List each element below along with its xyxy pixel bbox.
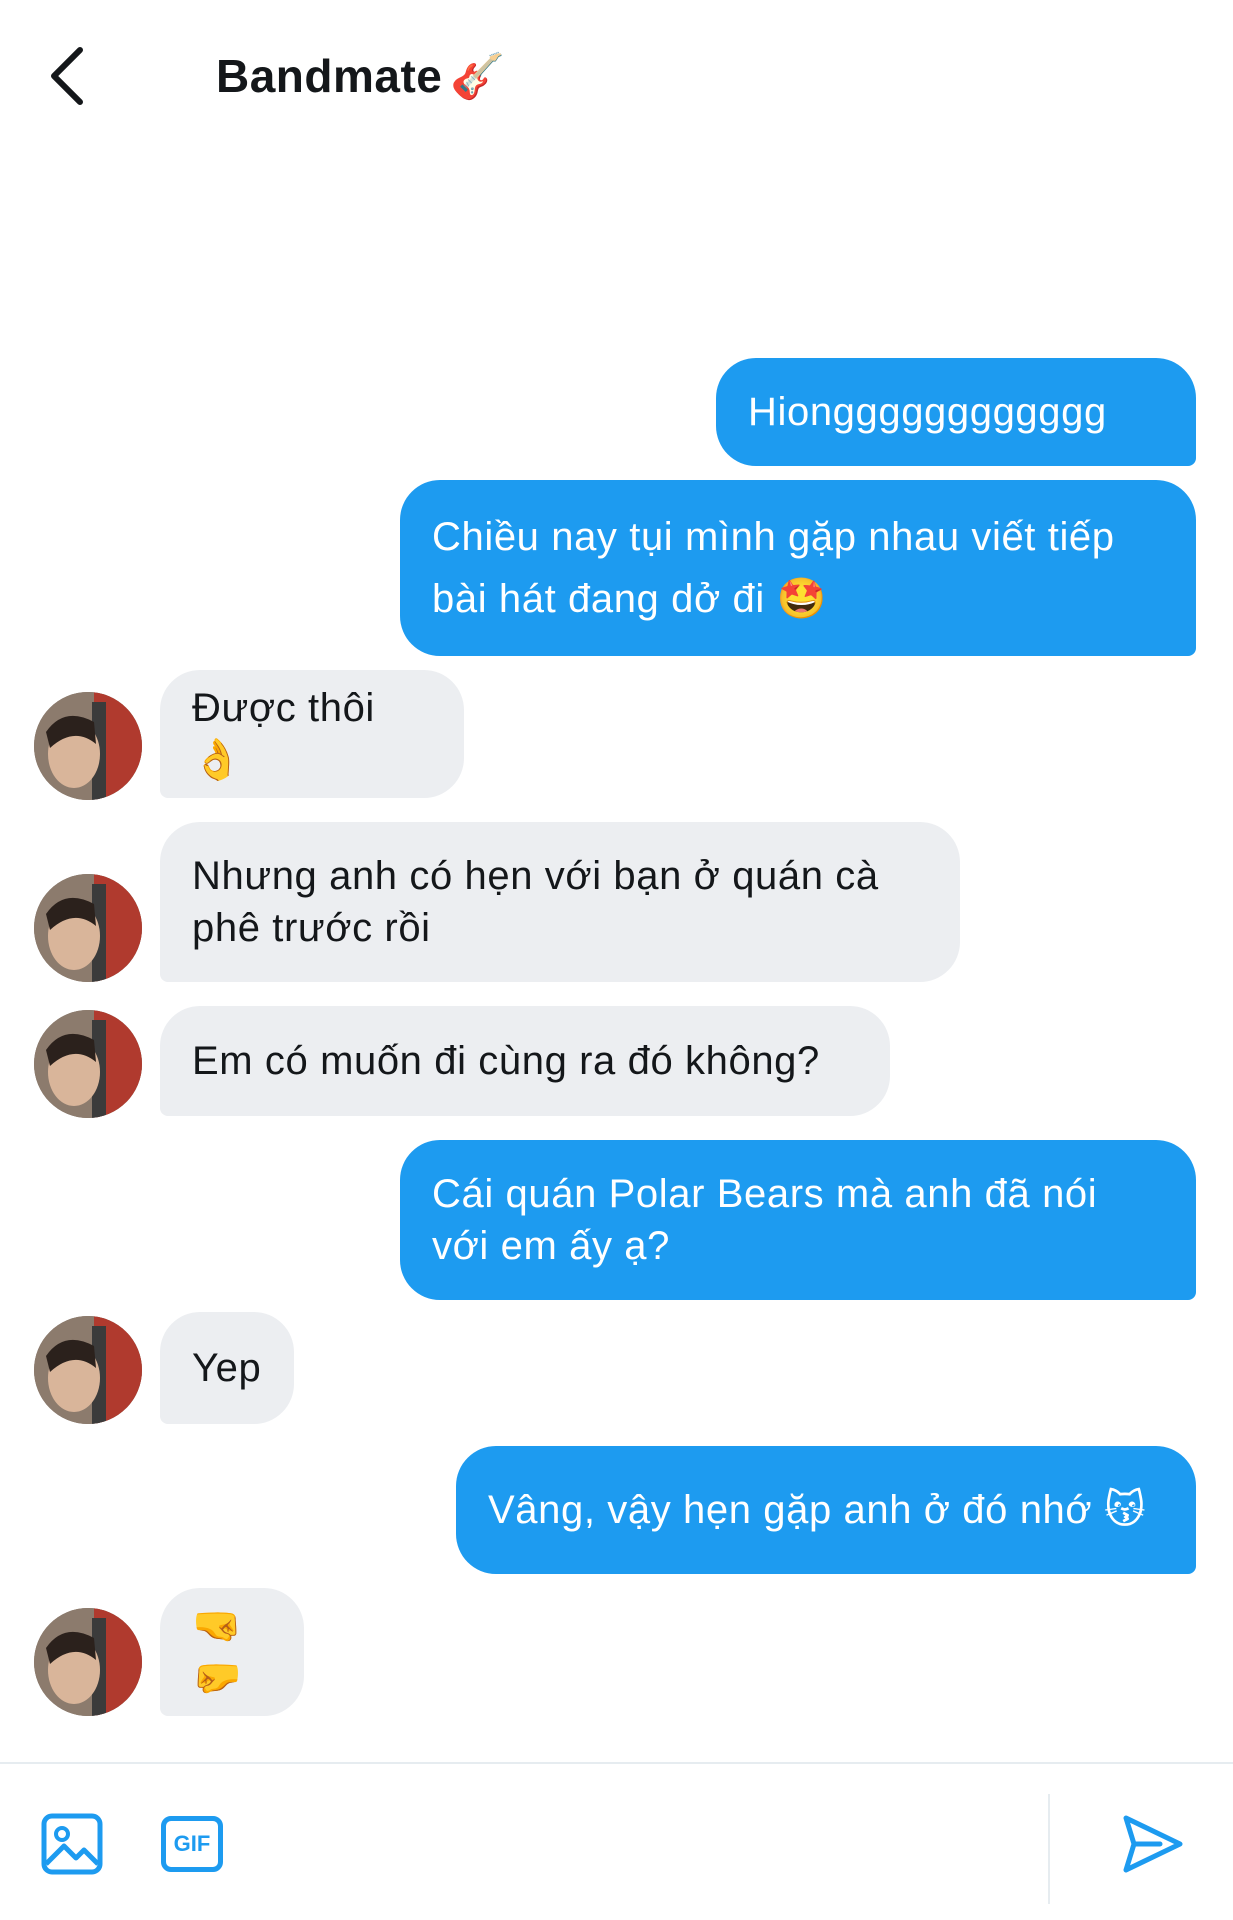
chevron-left-icon: [51, 47, 83, 105]
avatar[interactable]: [34, 874, 142, 982]
composer-separator: [1048, 1794, 1050, 1904]
back-button[interactable]: [36, 36, 96, 116]
message-bubble-received[interactable]: Nhưng anh có hẹn với bạn ở quán cà phê t…: [160, 822, 960, 982]
avatar[interactable]: [34, 1010, 142, 1118]
avatar-photo: [34, 874, 142, 982]
conversation-header: Bandmate 🎸: [0, 0, 1233, 150]
message-bubble-sent[interactable]: Vâng, vậy hẹn gặp anh ở đó nhớ 😽: [456, 1446, 1196, 1574]
avatar-photo: [34, 1316, 142, 1424]
message-text: Được thôi 👌: [192, 686, 387, 782]
message-text: Yep: [192, 1346, 262, 1390]
send-button[interactable]: [1112, 1804, 1192, 1884]
conversation-title[interactable]: Bandmate 🎸: [216, 46, 506, 106]
gif-icon: GIF: [161, 1816, 223, 1872]
message-bubble-sent[interactable]: Hiongggggggggggg: [716, 358, 1196, 466]
message-text: 🤜🤛: [192, 1604, 243, 1700]
avatar-photo: [34, 692, 142, 800]
guitar-icon: 🎸: [450, 52, 506, 101]
message-bubble-sent[interactable]: Chiều nay tụi mình gặp nhau viết tiếp bà…: [400, 480, 1196, 656]
message-text: Hiongggggggggggg: [748, 390, 1107, 434]
conversation-name: Bandmate: [216, 50, 443, 102]
send-icon: [1123, 1815, 1183, 1873]
message-bubble-sent[interactable]: Cái quán Polar Bears mà anh đã nói với e…: [400, 1140, 1196, 1300]
message-text: Nhưng anh có hẹn với bạn ở quán cà phê t…: [192, 854, 879, 950]
message-text: Cái quán Polar Bears mà anh đã nói với e…: [432, 1172, 1098, 1268]
message-bubble-received[interactable]: 🤜🤛: [160, 1588, 304, 1716]
avatar[interactable]: [34, 1608, 142, 1716]
media-button[interactable]: [36, 1808, 108, 1880]
avatar[interactable]: [34, 692, 142, 800]
message-bubble-received[interactable]: Được thôi 👌: [160, 670, 464, 798]
image-icon: [41, 1813, 103, 1875]
message-text: Chiều nay tụi mình gặp nhau viết tiếp bà…: [432, 515, 1115, 621]
avatar[interactable]: [34, 1316, 142, 1424]
avatar-photo: [34, 1010, 142, 1118]
gif-label: GIF: [173, 1831, 211, 1856]
message-text: Vâng, vậy hẹn gặp anh ở đó nhớ 😽: [488, 1488, 1147, 1532]
message-bubble-received[interactable]: Em có muốn đi cùng ra đó không?: [160, 1006, 890, 1116]
gif-button[interactable]: GIF: [156, 1808, 228, 1880]
message-text: Em có muốn đi cùng ra đó không?: [192, 1039, 820, 1083]
message-bubble-received[interactable]: Yep: [160, 1312, 294, 1424]
dm-screen: Bandmate 🎸 Hiongggggggggggg Chiều nay tụ…: [0, 0, 1233, 1920]
composer-bar: GIF: [0, 1764, 1233, 1920]
avatar-photo: [34, 1608, 142, 1716]
